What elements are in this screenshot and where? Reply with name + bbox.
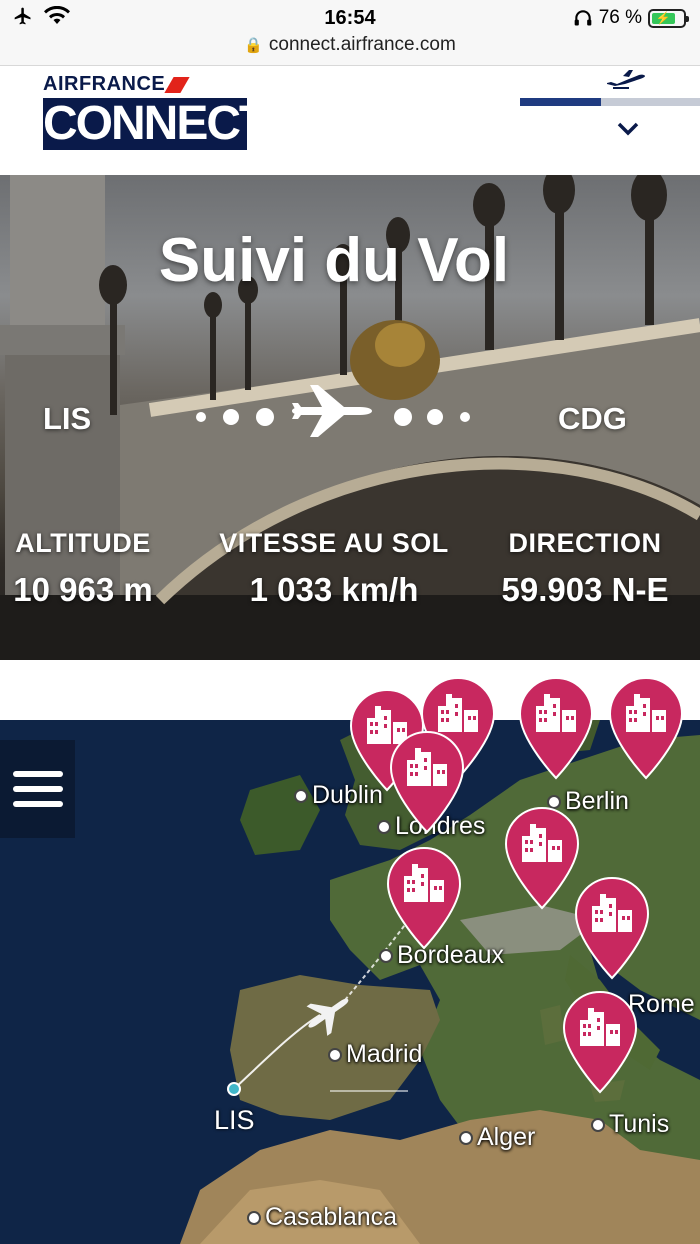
map-origin-label: LIS [214, 1105, 255, 1135]
hamburger-line [12, 786, 63, 792]
map-menu-button[interactable] [0, 740, 75, 838]
origin-marker [227, 1082, 241, 1096]
logo-slash-icon [164, 76, 190, 93]
city-label: Casablanca [265, 1203, 398, 1231]
headphones-icon [574, 10, 592, 26]
city-label: Madrid [346, 1040, 423, 1068]
city-marker-tunis[interactable]: Tunis [591, 1110, 669, 1139]
city-dot [379, 948, 393, 963]
altitude-label: ALTITUDE [15, 528, 151, 558]
airplane-icon [292, 385, 372, 437]
flight-progress-bar [520, 98, 700, 106]
altitude-stat: ALTITUDE 10 963 m [0, 528, 166, 609]
site-header: AIRFRANCE CONNECT [0, 67, 700, 175]
altitude-value: 10 963 m [13, 571, 153, 608]
city-dot [328, 1047, 342, 1062]
destination-airport-code: CDG [558, 401, 627, 436]
city-label: Alger [477, 1123, 536, 1151]
city-dot [459, 1130, 473, 1145]
route-dots-right [394, 408, 470, 426]
lock-icon: 🔒 [244, 37, 263, 54]
city-dot [247, 1210, 261, 1225]
address-bar[interactable]: 🔒 connect.airfrance.com [0, 34, 700, 66]
route-dots-left [196, 408, 274, 426]
poi-pin-icon[interactable] [386, 846, 462, 950]
airfrance-connect-logo[interactable]: AIRFRANCE CONNECT [43, 73, 268, 150]
city-label: Tunis [609, 1110, 670, 1138]
ground-speed-stat: VITESSE AU SOL 1 033 km/h [210, 528, 458, 609]
city-marker-rome[interactable]: Rome [628, 990, 695, 1019]
status-bar: 16:54 76 % ⚡ [0, 0, 700, 34]
logo-top-text: AIRFRANCE [43, 73, 166, 95]
battery-icon: ⚡ [648, 8, 689, 28]
page-title: Suivi du Vol [158, 226, 510, 295]
direction-label: DIRECTION [508, 528, 662, 558]
city-marker-alger[interactable]: Alger [459, 1123, 535, 1152]
hamburger-line [12, 801, 63, 807]
city-marker-casablanca[interactable]: Casablanca [247, 1203, 397, 1232]
poi-pin-icon[interactable] [389, 730, 465, 834]
hamburger-line [12, 771, 63, 777]
logo-bottom-text: CONNECT [43, 97, 268, 150]
ground-speed-label: VITESSE AU SOL [219, 528, 449, 558]
flight-tracking-hero: Suivi du Vol LIS CDG ALTITUDE 10 963 m V… [0, 175, 700, 660]
direction-value: 59.903 N-E [501, 571, 669, 608]
chevron-down-icon[interactable] [616, 117, 640, 141]
poi-pin-icon[interactable] [518, 676, 594, 780]
poi-pin-icon[interactable] [562, 990, 638, 1094]
takeoff-plane-icon [607, 70, 645, 89]
url-text: connect.airfrance.com [268, 34, 456, 55]
origin-airport-code: LIS [43, 401, 92, 436]
ground-speed-value: 1 033 km/h [249, 571, 419, 608]
battery-percentage: 76 % [598, 7, 642, 28]
flight-progress[interactable] [520, 67, 700, 175]
city-label: Rome [628, 990, 695, 1018]
poi-pin-icon[interactable] [608, 676, 684, 780]
direction-stat: DIRECTION 59.903 N-E [480, 528, 690, 609]
city-marker-madrid[interactable]: Madrid [328, 1040, 422, 1069]
poi-pin-icon[interactable] [504, 806, 580, 910]
poi-pin-icon[interactable] [574, 876, 650, 980]
city-dot [294, 788, 308, 803]
city-dot [591, 1117, 605, 1132]
